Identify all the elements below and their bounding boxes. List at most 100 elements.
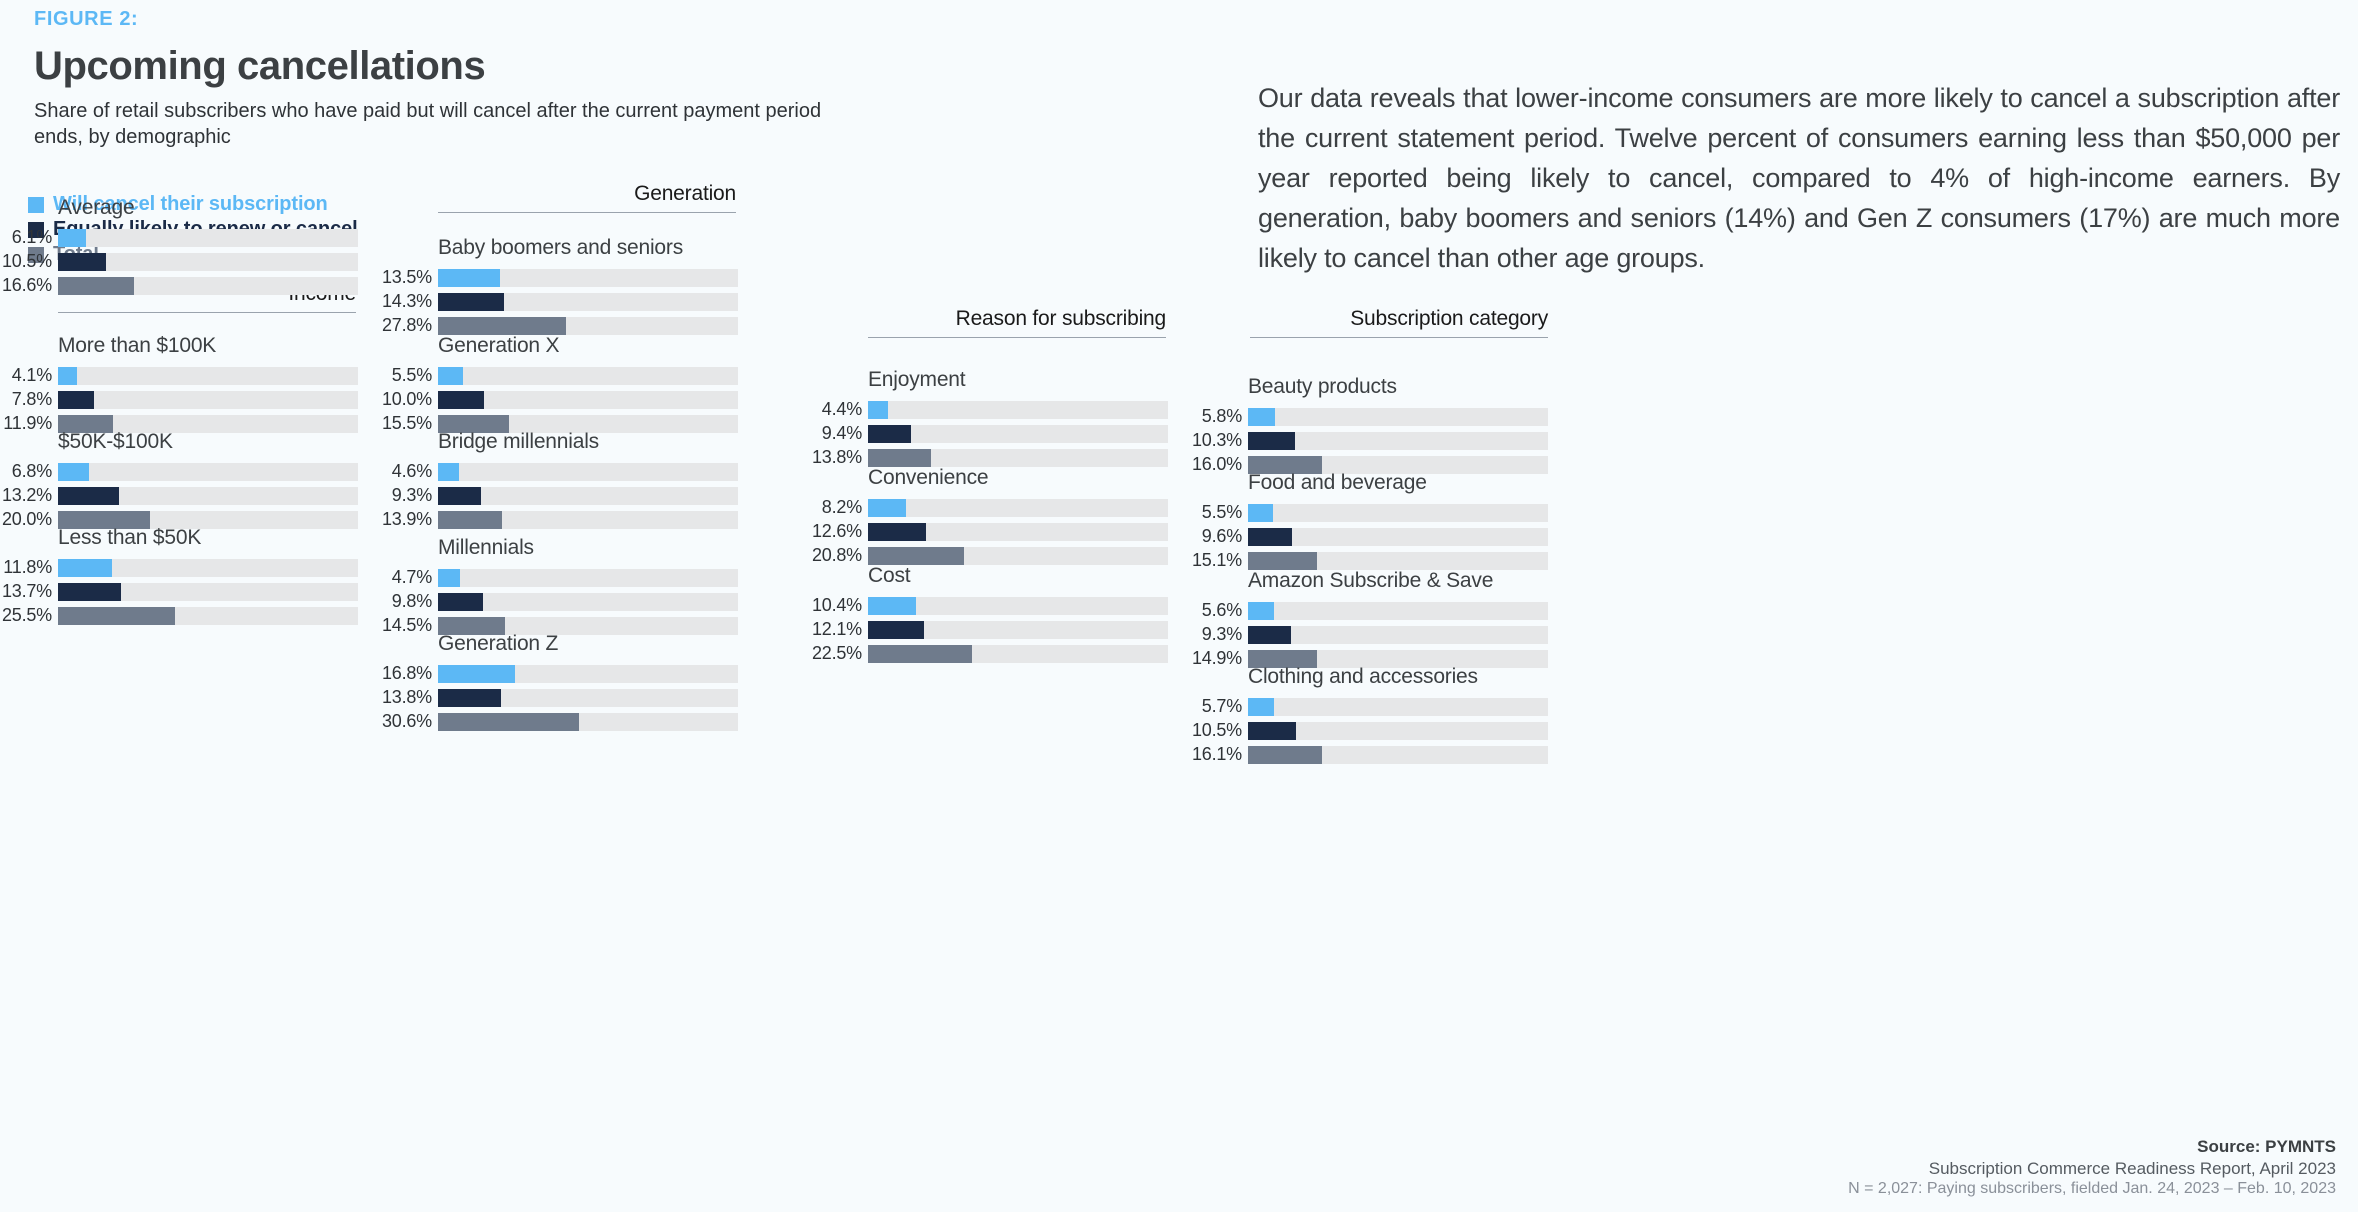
bar-value-label: 9.3%: [391, 485, 432, 505]
bar-track: [438, 712, 738, 731]
section-rule: [438, 212, 736, 213]
bar-value-label: 15.1%: [1191, 550, 1242, 570]
bar-value-label: 5.8%: [1201, 406, 1242, 426]
bar-fill: [438, 366, 464, 385]
bar-track: [1248, 745, 1548, 764]
bar-fill: [438, 664, 516, 683]
bar-fill: [868, 498, 906, 517]
bar-fill: [1248, 601, 1274, 620]
bar-fill: [58, 228, 87, 247]
bar-row: 13.5%: [380, 267, 738, 288]
bar-fill: [438, 592, 484, 611]
bar-value-label: 9.3%: [1201, 624, 1242, 644]
bar-row: 12.6%: [810, 521, 1168, 542]
bar-group-title: Less than $50K: [58, 526, 202, 549]
bar-track: [58, 558, 358, 577]
bar-row: 13.2%: [0, 485, 358, 506]
bar-fill: [58, 582, 122, 601]
bar-row: 9.3%: [380, 485, 738, 506]
bar-group-average: Average 6.1% 10.5% 16.6%: [0, 196, 358, 299]
bar-track: [438, 390, 738, 409]
bar-track: [1248, 503, 1548, 522]
figure-label: FIGURE 2:: [34, 8, 139, 30]
footer: Source: PYMNTS Subscription Commerce Rea…: [1848, 1137, 2336, 1198]
bar-track: [58, 606, 358, 625]
bar-row: 10.5%: [0, 251, 358, 272]
bar-value-label: 7.8%: [11, 389, 52, 409]
bar-value-label: 10.5%: [1191, 720, 1242, 740]
bar-group-food-and-beverage: Food and beverage 5.5% 9.6% 15.1%: [1190, 471, 1548, 574]
bar-row: 22.5%: [810, 643, 1168, 664]
bar-row: 30.6%: [380, 711, 738, 732]
bar-fill: [438, 568, 460, 587]
bar-row: 10.5%: [1190, 720, 1548, 741]
bar-group-cost: Cost 10.4% 12.1% 22.5%: [810, 564, 1168, 667]
bar-row: 15.1%: [1190, 550, 1548, 571]
bar-value-label: 12.6%: [811, 521, 862, 541]
bar-fill: [1248, 745, 1323, 764]
bar-fill: [868, 400, 889, 419]
bar-track: [58, 462, 358, 481]
bar-fill: [868, 620, 924, 639]
bar-group-50k-100k: $50K-$100K 6.8% 13.2% 20.0%: [0, 430, 358, 533]
bar-value-label: 5.5%: [391, 365, 432, 385]
bar-group-title: Generation Z: [438, 632, 559, 655]
bar-row: 8.2%: [810, 497, 1168, 518]
bar-fill: [1248, 431, 1296, 450]
footer-report: Subscription Commerce Readiness Report, …: [1928, 1159, 2336, 1178]
bar-value-label: 13.2%: [1, 485, 52, 505]
figure-root: FIGURE 2: Upcoming cancellations Share o…: [0, 0, 2358, 1212]
section-rule: [868, 337, 1166, 338]
bar-value-label: 13.7%: [1, 581, 52, 601]
bar-track: [438, 366, 738, 385]
bar-value-label: 9.6%: [1201, 526, 1242, 546]
bar-value-label: 6.1%: [11, 227, 52, 247]
bar-value-label: 5.5%: [1201, 502, 1242, 522]
bar-group-enjoyment: Enjoyment 4.4% 9.4% 13.8%: [810, 368, 1168, 471]
bar-row: 5.5%: [1190, 502, 1548, 523]
bar-fill: [438, 292, 504, 311]
bar-group-title: Bridge millennials: [438, 430, 599, 453]
section-heading-label: Generation: [634, 182, 736, 205]
bar-group-title: Beauty products: [1248, 375, 1397, 398]
bar-row: 27.8%: [380, 315, 738, 336]
bar-value-label: 4.1%: [11, 365, 52, 385]
bar-row: 16.8%: [380, 663, 738, 684]
bar-track: [868, 546, 1168, 565]
bar-track: [438, 688, 738, 707]
bar-row: 4.4%: [810, 399, 1168, 420]
bar-track: [438, 292, 738, 311]
bar-track: [1248, 407, 1548, 426]
bar-row: 4.1%: [0, 365, 358, 386]
bar-fill: [438, 316, 566, 335]
bar-fill: [1248, 407, 1275, 426]
bar-track: [438, 664, 738, 683]
bar-row: 4.6%: [380, 461, 738, 482]
bar-fill: [1248, 721, 1297, 740]
bar-row: 13.8%: [810, 447, 1168, 468]
bar-track: [58, 252, 358, 271]
bar-fill: [58, 366, 77, 385]
bar-row: 5.7%: [1190, 696, 1548, 717]
bar-row: 9.6%: [1190, 526, 1548, 547]
bar-row: 6.8%: [0, 461, 358, 482]
bar-track: [58, 228, 358, 247]
bar-track: [1248, 697, 1548, 716]
bar-group-title: $50K-$100K: [58, 430, 173, 453]
bar-group-millennials: Millennials 4.7% 9.8% 14.5%: [380, 536, 738, 639]
bar-value-label: 20.8%: [811, 545, 862, 565]
bar-row: 20.8%: [810, 545, 1168, 566]
bar-track: [438, 462, 738, 481]
bar-fill: [1248, 527, 1293, 546]
bar-value-label: 16.6%: [1, 275, 52, 295]
bar-track: [438, 268, 738, 287]
bar-value-label: 13.8%: [381, 687, 432, 707]
bar-row: 16.1%: [1190, 744, 1548, 765]
bar-value-label: 27.8%: [381, 315, 432, 335]
bar-track: [868, 424, 1168, 443]
bar-row: 25.5%: [0, 605, 358, 626]
bar-track: [58, 366, 358, 385]
bar-row: 4.7%: [380, 567, 738, 588]
bar-group-title: Enjoyment: [868, 368, 966, 391]
bar-value-label: 14.3%: [381, 291, 432, 311]
